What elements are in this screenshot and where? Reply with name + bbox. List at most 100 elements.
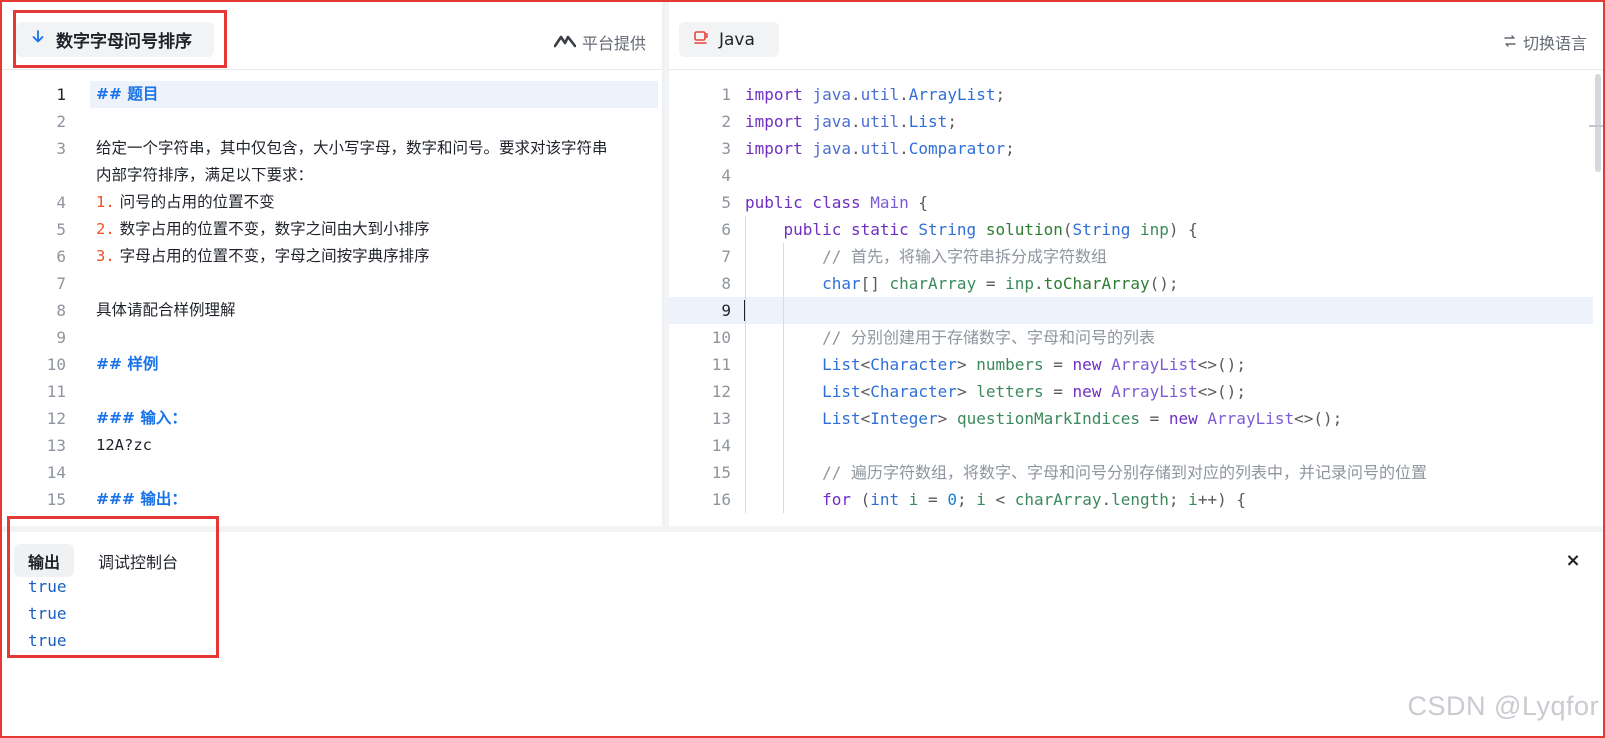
code-line: 3 import java.util.Comparator; bbox=[669, 135, 1593, 162]
line-number: 8 bbox=[56, 301, 66, 320]
line-number: 6 bbox=[56, 247, 66, 266]
line-number: 5 bbox=[56, 220, 66, 239]
code-token: = bbox=[1139, 409, 1169, 428]
indent-guide bbox=[745, 216, 746, 513]
description-line: 6 3. 字母占用的位置不变，字母之间按字典序排序 bbox=[2, 243, 663, 270]
overview-ruler-marker bbox=[1589, 125, 1603, 127]
code-token: ; bbox=[947, 112, 957, 131]
code-token: // 遍历字符数组，将数字、字母和问号分别存储到对应的列表中，并记录问号的位置 bbox=[822, 463, 1427, 482]
code-token: ++) { bbox=[1197, 490, 1246, 509]
description-line: 9 bbox=[2, 324, 663, 351]
code-token: ArrayList bbox=[1111, 382, 1198, 401]
code-token: // 首先，将输入字符串拆分成字符数组 bbox=[822, 247, 1107, 266]
list-marker: 2. bbox=[96, 220, 115, 238]
code-token: ( bbox=[1062, 220, 1073, 239]
code-token: Character bbox=[870, 382, 957, 401]
line-number: 8 bbox=[721, 274, 731, 293]
code-token: int bbox=[870, 490, 909, 509]
code-token: String bbox=[1072, 220, 1140, 239]
code-token: ArrayList bbox=[908, 85, 996, 104]
description-line: 11 bbox=[2, 378, 663, 405]
description-line: 14 bbox=[2, 459, 663, 486]
code-line: 2 import java.util.List; bbox=[669, 108, 1593, 135]
code-token: import bbox=[745, 139, 813, 158]
line-number: 3 bbox=[721, 139, 731, 158]
language-tab[interactable]: Java bbox=[679, 22, 779, 57]
code-panel-header: Java 切换语言 bbox=[669, 2, 1603, 70]
problem-tab[interactable]: 数字字母问号排序 bbox=[16, 22, 214, 57]
code-token: 0 bbox=[947, 490, 957, 509]
line-number: 2 bbox=[721, 112, 731, 131]
code-token: < bbox=[860, 355, 871, 374]
code-token: ArrayList bbox=[1111, 355, 1198, 374]
close-console-button[interactable]: × bbox=[1563, 551, 1583, 571]
code-token: . bbox=[850, 112, 861, 131]
code-token: for bbox=[822, 490, 861, 509]
code-token: public static bbox=[783, 220, 919, 239]
code-token: <>(); bbox=[1197, 355, 1246, 374]
description-line: 2 bbox=[2, 108, 663, 135]
code-line: 9 bbox=[669, 297, 1593, 324]
line-number: 14 bbox=[46, 463, 66, 482]
line-number: 10 bbox=[711, 328, 731, 347]
switch-language-button[interactable]: 切换语言 bbox=[1503, 30, 1587, 54]
paragraph: 给定一个字符串，其中仅包含，大小写字母，数字和问号。要求对该字符串 内部字符排序，… bbox=[96, 135, 608, 189]
line-number: 3 bbox=[56, 139, 66, 158]
code-token: . bbox=[850, 85, 861, 104]
list-item: 1. 问号的占用的位置不变 bbox=[96, 189, 275, 216]
code-text: List<Integer> questionMarkIndices = new … bbox=[745, 405, 1342, 432]
code-token: ( bbox=[860, 490, 871, 509]
code-token: charArray bbox=[1014, 490, 1102, 509]
code-token: charArray bbox=[889, 274, 977, 293]
paragraph-line: 内部字符排序，满足以下要求： bbox=[96, 166, 314, 184]
code-token: . bbox=[899, 139, 909, 158]
code-token: ArrayList bbox=[1207, 409, 1295, 428]
code-token: ; bbox=[1005, 139, 1015, 158]
code-token: < bbox=[860, 382, 871, 401]
coffee-cup-icon bbox=[693, 29, 709, 50]
description-line: 4 1. 问号的占用的位置不变 bbox=[2, 189, 663, 216]
line-number: 2 bbox=[56, 112, 66, 131]
code-token: <>(); bbox=[1294, 409, 1343, 428]
code-token: solution bbox=[985, 220, 1063, 239]
code-token: ; bbox=[1168, 490, 1189, 509]
code-token: ) { bbox=[1168, 220, 1198, 239]
arrow-down-icon bbox=[30, 29, 46, 50]
line-number: 10 bbox=[46, 355, 66, 374]
editor-scrollbar-thumb[interactable] bbox=[1595, 74, 1601, 172]
code-token: i bbox=[976, 490, 986, 509]
output-line: true bbox=[28, 604, 67, 623]
code-line: 6 public static String solution(String i… bbox=[669, 216, 1593, 243]
code-text: // 首先，将输入字符串拆分成字符数组 bbox=[745, 243, 1107, 270]
problem-description[interactable]: 1 ## 题目 2 3 给定一个字符串，其中仅包含，大小写字母，数字和问号。要求对该字符… bbox=[2, 71, 663, 526]
code-token: import bbox=[745, 85, 813, 104]
swap-icon bbox=[1503, 33, 1517, 52]
code-token: new bbox=[1072, 355, 1112, 374]
list-marker: 1. bbox=[96, 193, 115, 211]
code-editor[interactable]: 1 import java.util.ArrayList; 2 import java… bbox=[669, 71, 1603, 526]
code-token: new bbox=[1168, 409, 1208, 428]
line-number: 12 bbox=[711, 382, 731, 401]
indent-guide bbox=[783, 243, 784, 513]
code-token: // 分别创建用于存储数字、字母和问号的列表 bbox=[822, 328, 1155, 347]
code-token: util bbox=[860, 139, 900, 158]
line-number: 12 bbox=[46, 409, 66, 428]
description-line: 15 ### 输出： bbox=[2, 486, 663, 513]
markdown-heading: ## 样例 bbox=[96, 355, 159, 373]
code-text: List<Character> numbers = new ArrayList<… bbox=[745, 351, 1246, 378]
tab-debug-console[interactable]: 调试控制台 bbox=[84, 544, 192, 577]
line-number: 1 bbox=[56, 85, 66, 104]
code-token: java bbox=[812, 112, 851, 131]
paragraph: 12A?zc bbox=[96, 436, 152, 454]
code-token: java bbox=[812, 85, 851, 104]
code-token: Character bbox=[870, 355, 957, 374]
line-number: 6 bbox=[721, 220, 731, 239]
code-token: . bbox=[899, 85, 909, 104]
code-line: 10 // 分别创建用于存储数字、字母和问号的列表 bbox=[669, 324, 1593, 351]
code-token: Comparator bbox=[908, 139, 1006, 158]
code-token: [] bbox=[860, 274, 890, 293]
description-line: 12 ### 输入： bbox=[2, 405, 663, 432]
code-token: < bbox=[985, 490, 1015, 509]
code-line: 16 for (int i = 0; i < charArray.length;… bbox=[669, 486, 1593, 513]
problem-panel: 数字字母问号排序 平台提供 1 ## 题目 2 3 给定一个字符串，其中仅包含，大小写字… bbox=[2, 2, 663, 526]
